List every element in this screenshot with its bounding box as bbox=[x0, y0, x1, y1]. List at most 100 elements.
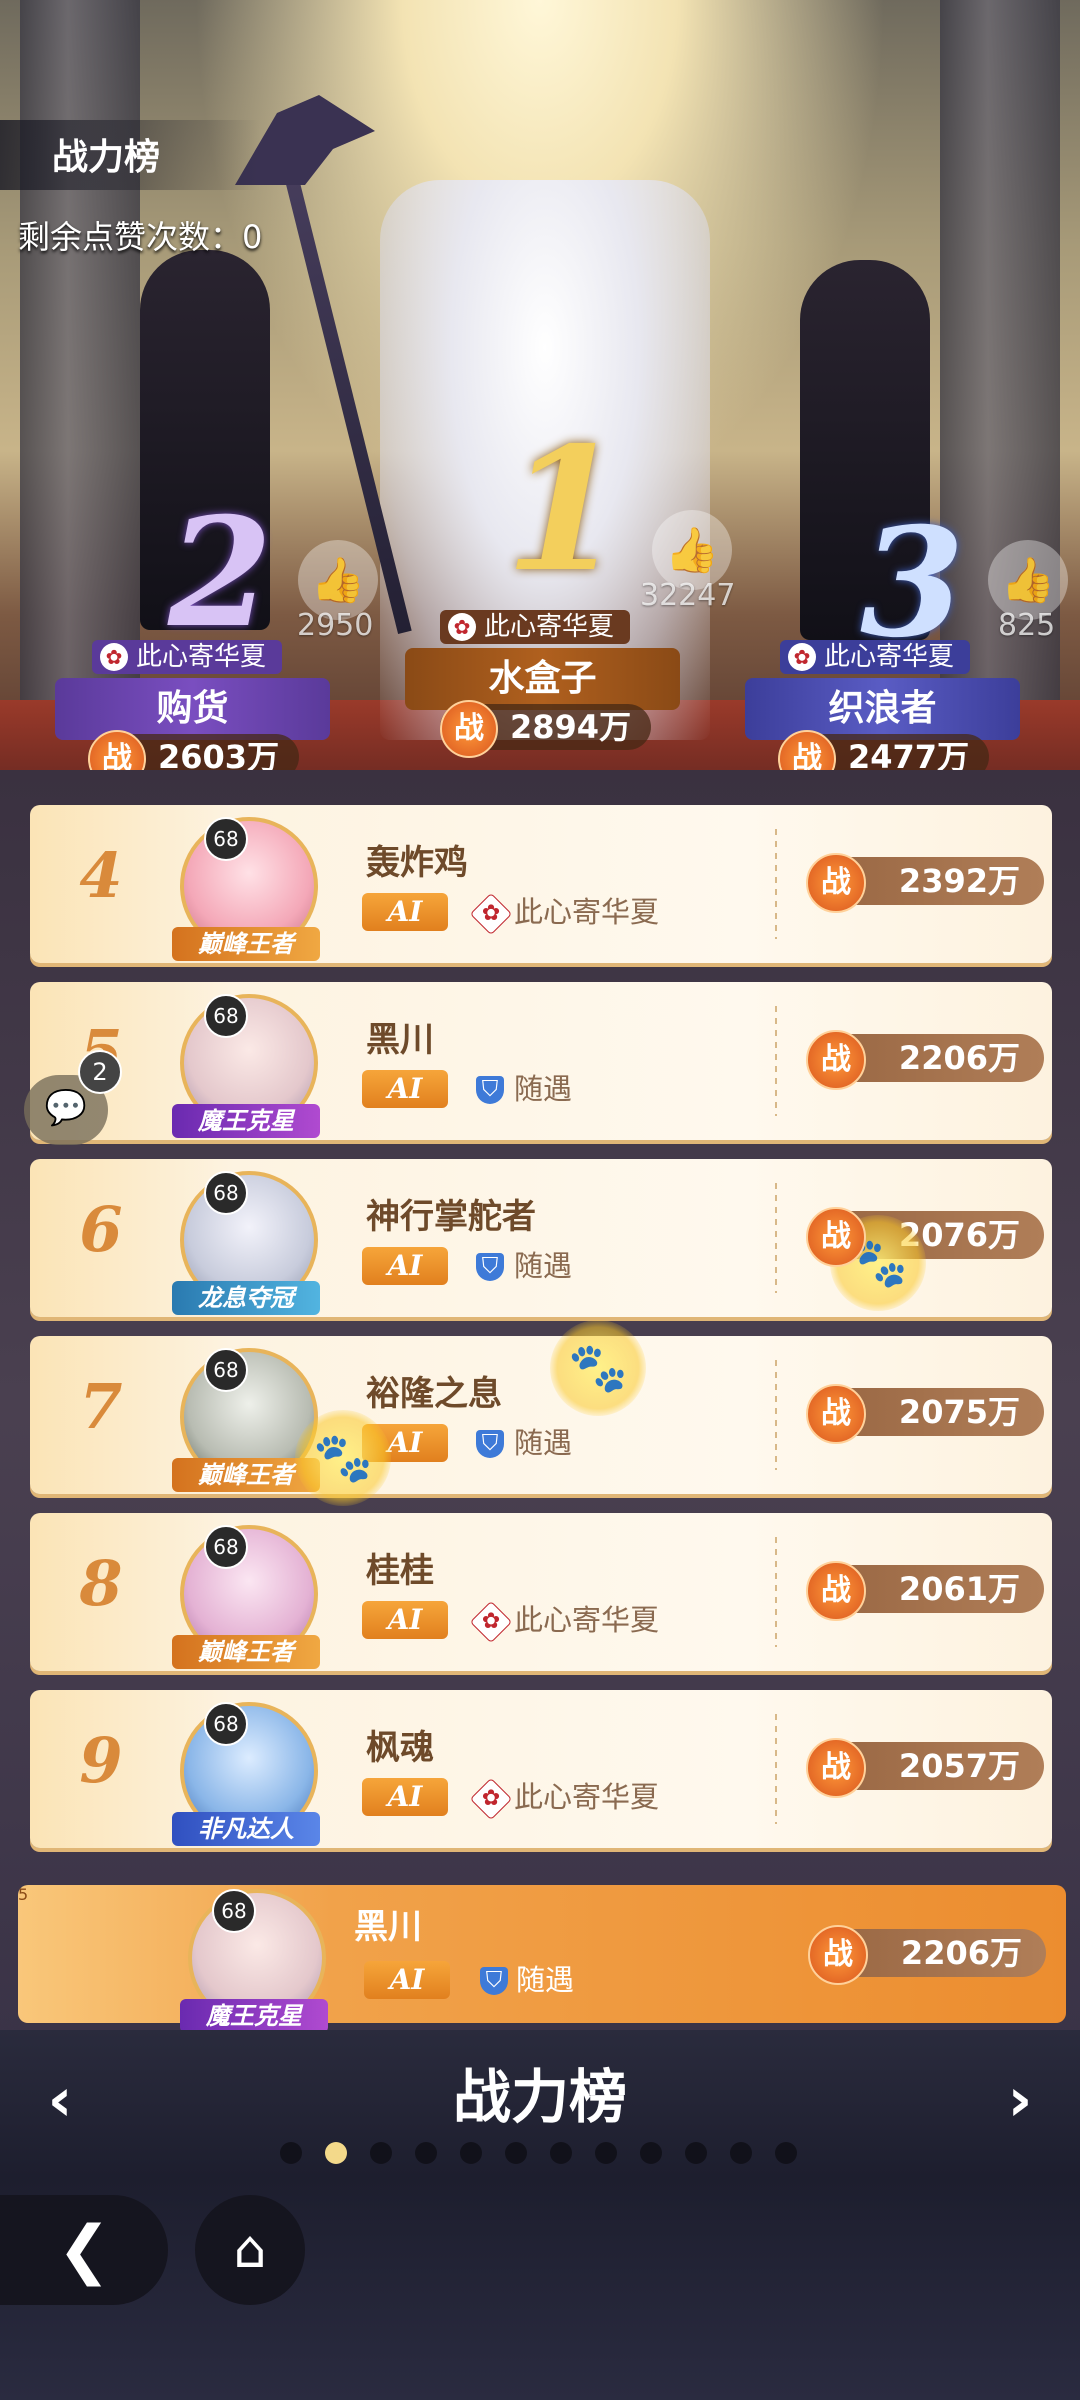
guild-name: 随遇 bbox=[514, 1072, 573, 1106]
shield-icon: ⛉ bbox=[476, 1253, 504, 1281]
page-indicator bbox=[280, 2138, 800, 2168]
guild-name: 此心寄华夏 bbox=[514, 1603, 660, 1637]
avatar-title-badge: 巅峰王者 bbox=[172, 927, 320, 961]
page-dot[interactable] bbox=[505, 2142, 527, 2164]
rose-icon: ✿ bbox=[469, 892, 513, 936]
level-badge: 68 bbox=[212, 1889, 256, 1933]
ranking-row[interactable]: 9 非凡达人 68 枫魂 AI ✿ 此心寄华夏 战 2057万 bbox=[30, 1690, 1052, 1848]
podium-guild-tag-1: ✿ 此心寄华夏 bbox=[440, 610, 631, 644]
page-dot[interactable] bbox=[370, 2142, 392, 2164]
player-avatar[interactable]: 巅峰王者 68 bbox=[172, 817, 320, 961]
footer-title: 战力榜 bbox=[452, 2063, 627, 2131]
my-guild-name: 随遇 bbox=[516, 1963, 575, 1997]
page-dot[interactable] bbox=[280, 2142, 302, 2164]
ai-tag: AI bbox=[362, 893, 448, 931]
ranking-row[interactable]: 4 巅峰王者 68 轰炸鸡 AI ✿ 此心寄华夏 战 2392万 bbox=[30, 805, 1052, 963]
page-dot[interactable] bbox=[640, 2142, 662, 2164]
power-icon: 战 bbox=[806, 1207, 866, 1267]
podium-guild-name-1: 此心寄华夏 bbox=[484, 612, 615, 642]
podium-guild-name-3: 此心寄华夏 bbox=[824, 642, 955, 672]
page-title: 战力榜 bbox=[52, 137, 161, 178]
player-name: 桂桂 bbox=[366, 1551, 434, 1591]
guild-name: 此心寄华夏 bbox=[514, 1780, 660, 1814]
guild-name: 随遇 bbox=[514, 1249, 573, 1283]
page-dot[interactable] bbox=[550, 2142, 572, 2164]
page-dot[interactable] bbox=[730, 2142, 752, 2164]
rose-icon: ✿ bbox=[788, 643, 816, 671]
page-dot[interactable] bbox=[775, 2142, 797, 2164]
level-badge: 68 bbox=[204, 1525, 248, 1569]
page-dot[interactable] bbox=[415, 2142, 437, 2164]
podium-name-2[interactable]: 购货 bbox=[55, 678, 330, 740]
thumbs-up-icon: 👍 bbox=[664, 525, 720, 576]
player-power: 战 2061万 bbox=[806, 1561, 1046, 1621]
page-dot[interactable] bbox=[595, 2142, 617, 2164]
podium-guild-name-2: 此心寄华夏 bbox=[136, 642, 267, 672]
back-arrow-icon: ❮ bbox=[57, 2213, 111, 2287]
ai-tag: AI bbox=[362, 1070, 448, 1108]
paw-effect-icon: 🐾 bbox=[295, 1410, 391, 1506]
rank-number: 8 bbox=[79, 1547, 123, 1620]
divider bbox=[775, 1537, 777, 1647]
page-dot[interactable] bbox=[325, 2142, 347, 2164]
home-button[interactable]: ⌂ bbox=[195, 2195, 305, 2305]
rose-icon: ✿ bbox=[469, 1777, 513, 1821]
podium-guild-tag-2: ✿ 此心寄华夏 bbox=[92, 640, 283, 674]
power-icon: 战 bbox=[806, 1561, 866, 1621]
avatar-title-badge: 巅峰王者 bbox=[172, 1635, 320, 1669]
player-name: 神行掌舵者 bbox=[366, 1197, 536, 1237]
like-count-rank3: 825 bbox=[998, 608, 1056, 643]
level-badge: 68 bbox=[204, 1702, 248, 1746]
rank-number: 6 bbox=[79, 1193, 123, 1266]
my-player-name: 黑川 bbox=[354, 1907, 422, 1947]
player-avatar[interactable]: 非凡达人 68 bbox=[172, 1702, 320, 1846]
shield-icon: ⛉ bbox=[476, 1076, 504, 1104]
ranking-row[interactable]: 8 巅峰王者 68 桂桂 AI ✿ 此心寄华夏 战 2061万 bbox=[30, 1513, 1052, 1671]
my-avatar[interactable]: 魔王克星 68 bbox=[180, 1889, 328, 2033]
rank-number: 9 bbox=[79, 1724, 123, 1797]
podium-name-1[interactable]: 水盒子 bbox=[405, 648, 680, 710]
like-count-rank1: 32247 bbox=[640, 578, 736, 613]
rose-icon: ✿ bbox=[469, 1600, 513, 1644]
page-dot[interactable] bbox=[685, 2142, 707, 2164]
ai-tag: AI bbox=[362, 1247, 448, 1285]
player-power: 战 2392万 bbox=[806, 853, 1046, 913]
podium-guild-tag-3: ✿ 此心寄华夏 bbox=[780, 640, 971, 674]
like-count-rank2: 2950 bbox=[297, 608, 374, 643]
podium-name-3[interactable]: 织浪者 bbox=[745, 678, 1020, 740]
player-avatar[interactable]: 龙息夺冠 68 bbox=[172, 1171, 320, 1315]
rose-icon: ✿ bbox=[100, 643, 128, 671]
ranking-row[interactable]: 5 魔王克星 68 黑川 AI ⛉ 随遇 战 2206万 bbox=[30, 982, 1052, 1140]
paw-effect-icon: 🐾 bbox=[550, 1320, 646, 1416]
rank-number: 7 bbox=[79, 1370, 123, 1443]
podium-rank-1: 1 bbox=[505, 410, 624, 610]
divider bbox=[775, 1360, 777, 1470]
ai-tag: AI bbox=[364, 1961, 450, 1999]
divider bbox=[775, 1006, 777, 1116]
player-name: 轰炸鸡 bbox=[366, 843, 468, 883]
podium-power-value-1: 2894万 bbox=[510, 708, 632, 746]
my-ranking-row[interactable]: 5 魔王克星 68 黑川 AI ⛉ 随遇 战 2206万 bbox=[18, 1885, 1066, 2033]
ranking-row[interactable]: 7 巅峰王者 68 裕隆之息 AI ⛉ 随遇 战 2075万 bbox=[30, 1336, 1052, 1494]
player-avatar[interactable]: 魔王克星 68 bbox=[172, 994, 320, 1138]
power-icon: 战 bbox=[806, 1738, 866, 1798]
thumbs-up-icon: 👍 bbox=[310, 555, 366, 606]
back-button[interactable]: ❮ bbox=[0, 2195, 168, 2305]
my-rank-number: 5 bbox=[18, 1885, 29, 1904]
page-dot[interactable] bbox=[460, 2142, 482, 2164]
rank-number: 4 bbox=[79, 839, 123, 912]
player-name: 枫魂 bbox=[366, 1728, 434, 1768]
player-avatar[interactable]: 巅峰王者 68 bbox=[172, 1525, 320, 1669]
my-power: 战 2206万 bbox=[808, 1925, 1048, 1985]
power-icon: 战 bbox=[806, 853, 866, 913]
rose-icon: ✿ bbox=[448, 613, 476, 641]
power-icon: 战 bbox=[440, 700, 498, 758]
player-name: 黑川 bbox=[366, 1020, 434, 1060]
guild-name: 随遇 bbox=[514, 1426, 573, 1460]
home-icon: ⌂ bbox=[233, 2220, 267, 2280]
divider bbox=[775, 1714, 777, 1824]
level-badge: 68 bbox=[204, 994, 248, 1038]
level-badge: 68 bbox=[204, 817, 248, 861]
next-board-button[interactable]: › bbox=[990, 2065, 1050, 2135]
podium-power-1: 战 2894万 bbox=[440, 700, 652, 758]
